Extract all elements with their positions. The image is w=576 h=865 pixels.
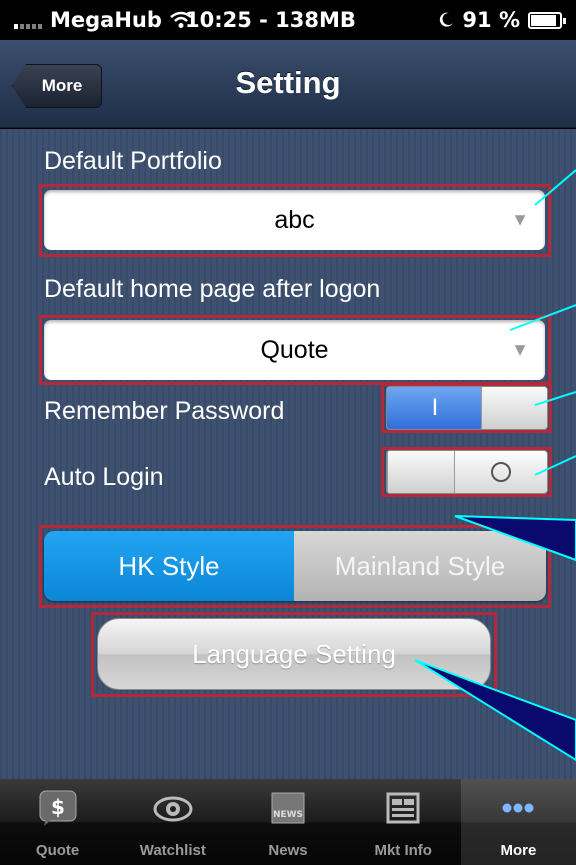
- status-bar: MegaHub 10:25 - 138MB 91 %: [0, 0, 576, 40]
- tab-label: Watchlist: [139, 842, 206, 859]
- tab-news[interactable]: NEWS News: [230, 779, 345, 865]
- default-homepage-select[interactable]: Quote ▼: [44, 320, 545, 380]
- tab-label: Quote: [35, 842, 80, 859]
- tab-quote[interactable]: $ Quote: [0, 779, 115, 865]
- page-title: Setting: [235, 65, 341, 100]
- tab-mkt-info[interactable]: Mkt Info: [346, 779, 461, 865]
- market-style-segmented-control[interactable]: HK Style Mainland Style: [44, 531, 546, 601]
- remember-password-toggle[interactable]: I: [386, 386, 548, 430]
- svg-text:$: $: [51, 795, 65, 819]
- quote-icon: $: [39, 790, 77, 826]
- default-portfolio-label: Default Portfolio: [44, 147, 222, 175]
- battery-percent: 91 %: [462, 8, 520, 32]
- tab-more[interactable]: More: [460, 779, 576, 865]
- toggle-off-area: [455, 451, 547, 493]
- auto-login-label: Auto Login: [44, 463, 164, 491]
- mkt-info-icon: [386, 792, 420, 824]
- auto-login-toggle[interactable]: [386, 450, 548, 494]
- news-icon: NEWS: [271, 792, 305, 824]
- dropdown-arrow-icon: ▼: [511, 339, 529, 360]
- navigation-bar: More Setting: [0, 40, 576, 128]
- remember-password-label: Remember Password: [44, 397, 285, 425]
- carrier-name: MegaHub: [50, 8, 162, 32]
- default-homepage-label: Default home page after logon: [44, 275, 381, 303]
- tab-label: News: [268, 842, 308, 859]
- tab-watchlist[interactable]: Watchlist: [115, 779, 230, 865]
- battery-icon: [528, 11, 566, 29]
- tab-bar: $ Quote Watchlist NEWS News Mkt Info Mor…: [0, 779, 576, 865]
- language-setting-button[interactable]: Language Setting: [97, 618, 491, 690]
- ring-icon: [491, 462, 511, 482]
- more-dots-icon: [502, 803, 534, 813]
- dropdown-arrow-icon: ▼: [511, 209, 529, 230]
- tab-label: Mkt Info: [374, 842, 432, 859]
- toggle-on-label: I: [387, 387, 483, 429]
- eye-icon: [153, 796, 193, 822]
- status-time: 10:25 - 138MB: [185, 8, 356, 32]
- hk-style-segment[interactable]: HK Style: [44, 531, 294, 601]
- mainland-style-segment[interactable]: Mainland Style: [294, 531, 546, 601]
- default-portfolio-value: abc: [274, 205, 315, 234]
- toggle-knob[interactable]: [387, 451, 455, 493]
- default-homepage-value: Quote: [260, 335, 329, 364]
- moon-icon: [440, 12, 454, 27]
- default-portfolio-select[interactable]: abc ▼: [44, 190, 545, 250]
- tab-label: More: [500, 842, 537, 859]
- svg-text:NEWS: NEWS: [273, 810, 303, 820]
- signal-icon: [14, 11, 42, 29]
- toggle-knob[interactable]: [481, 387, 547, 429]
